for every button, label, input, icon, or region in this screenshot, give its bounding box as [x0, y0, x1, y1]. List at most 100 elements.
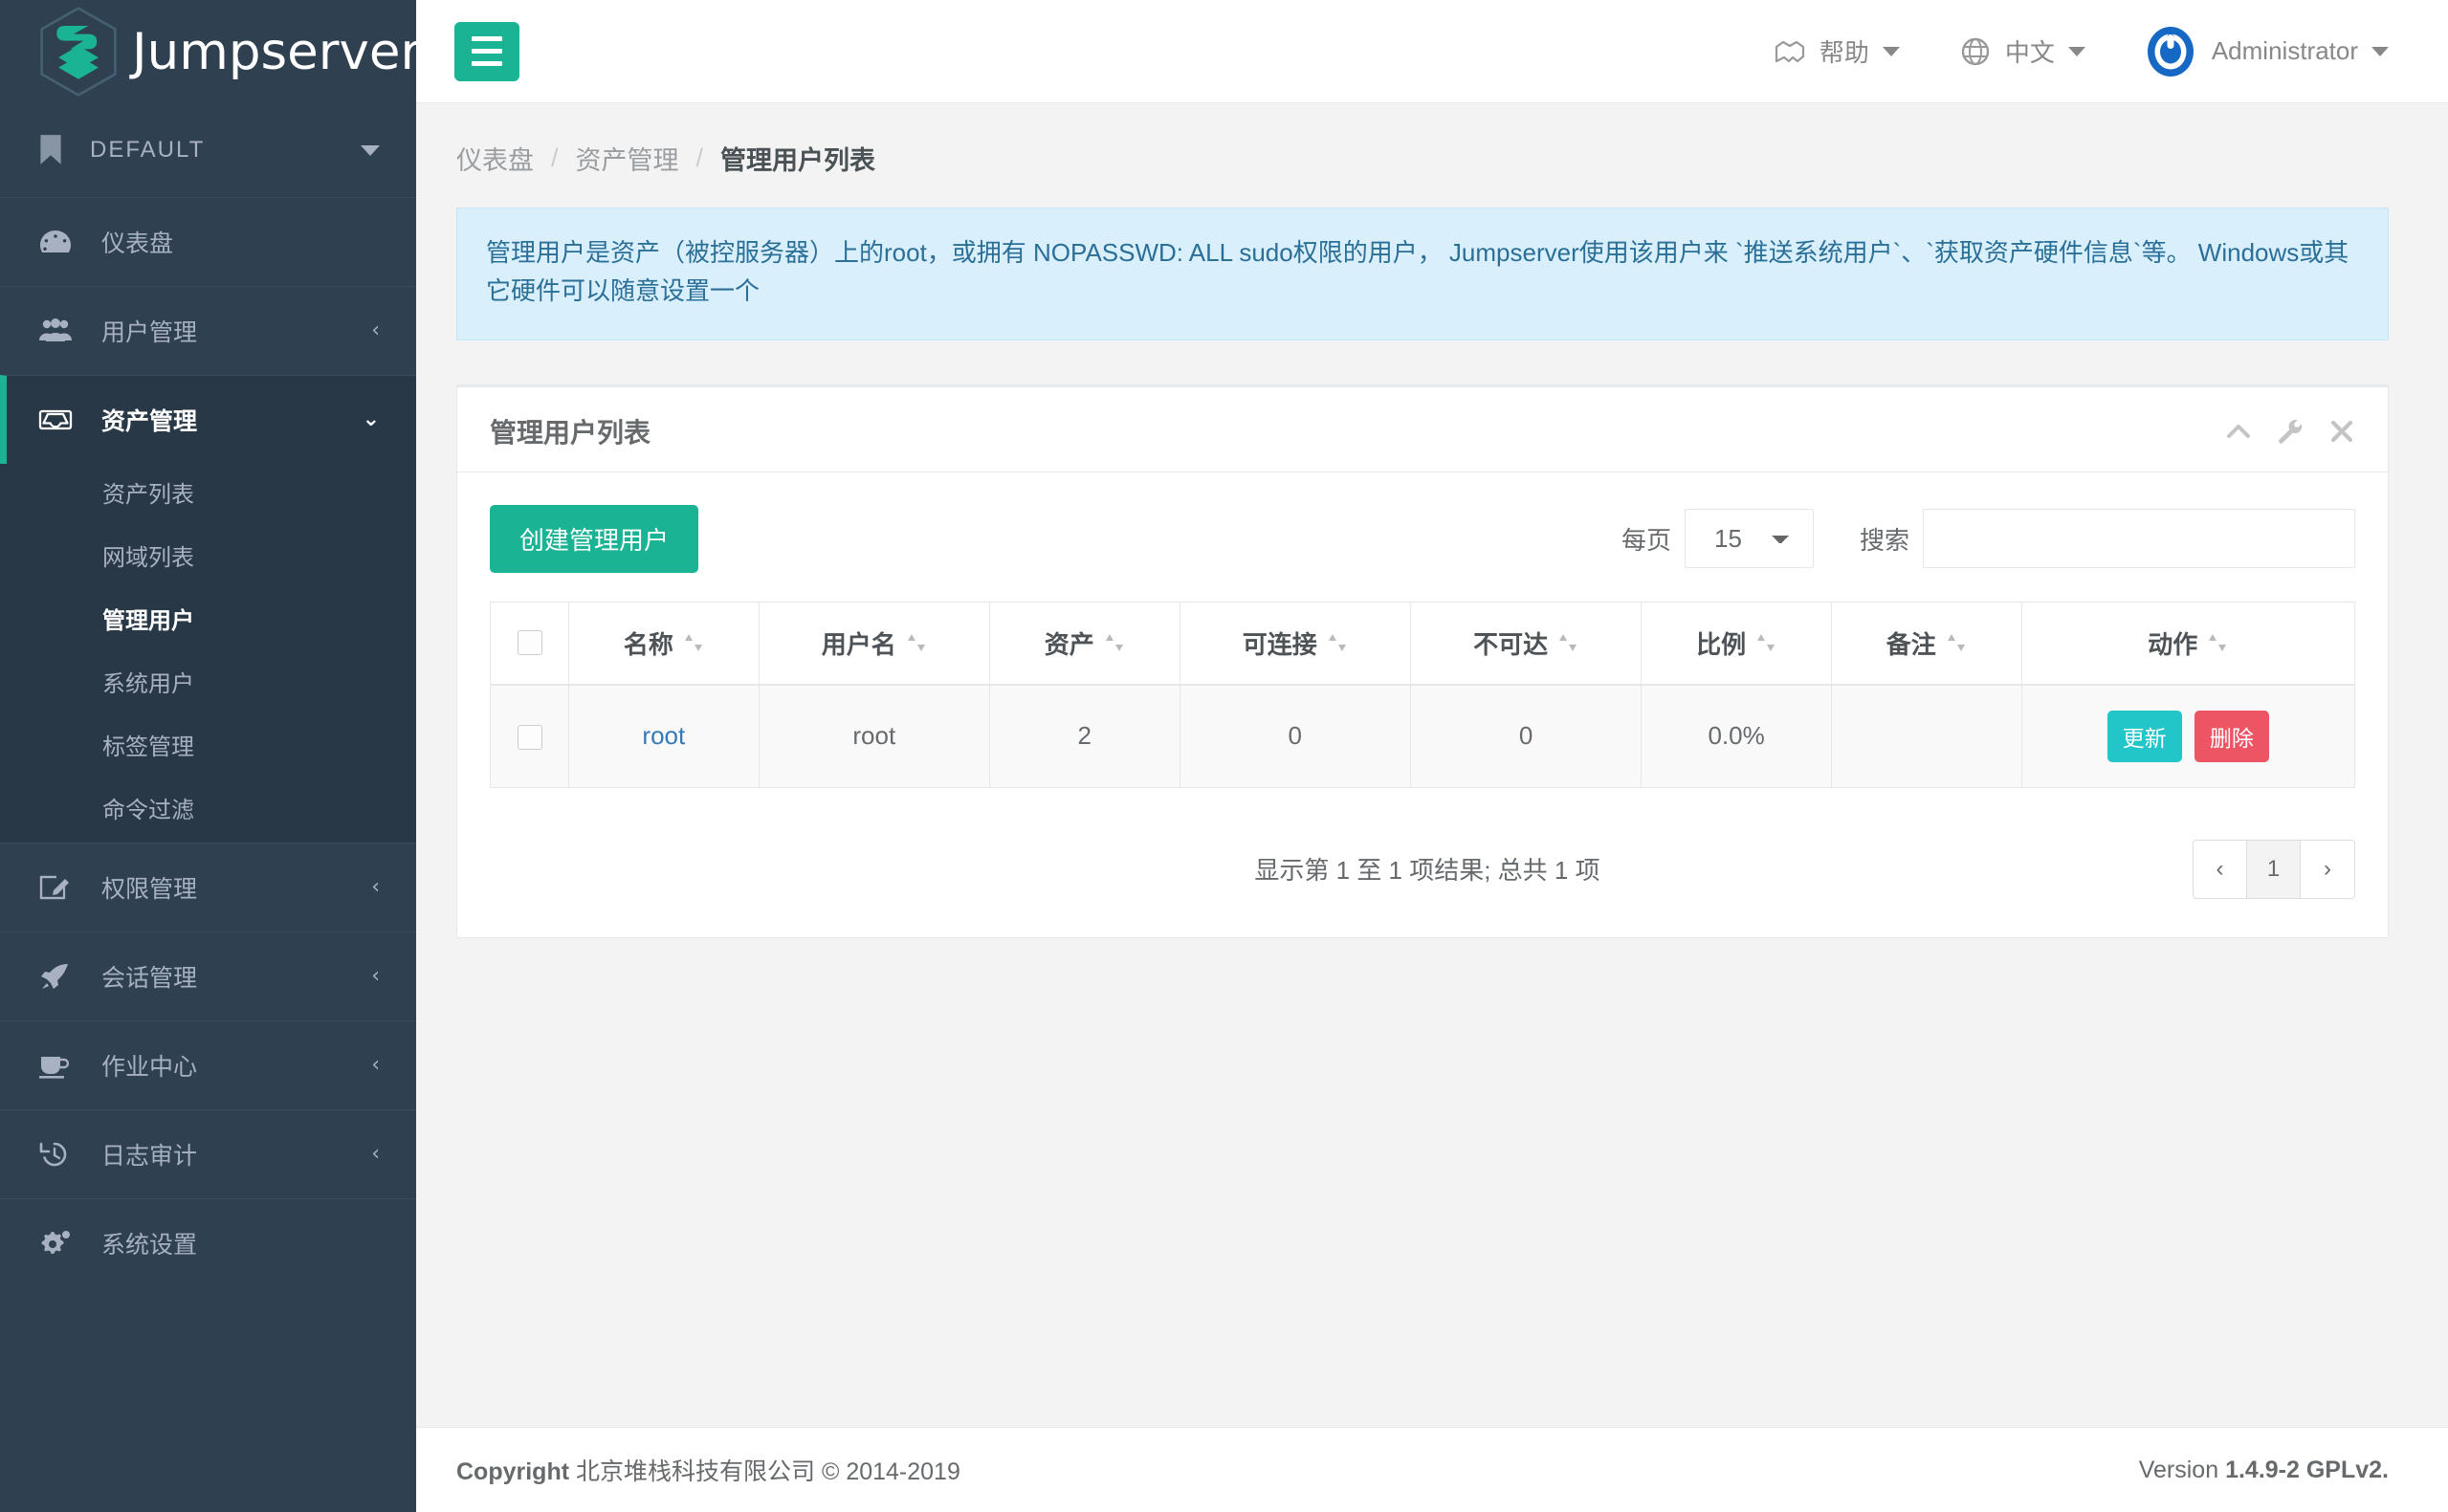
sidebar-link-job-center[interactable]: 作业中心 ‹: [0, 1020, 416, 1109]
th-ratio[interactable]: 比例: [1641, 601, 1832, 686]
th-action[interactable]: 动作: [2020, 601, 2356, 686]
copyright: Copyright 北京堆栈科技有限公司 © 2014-2019: [456, 1453, 960, 1487]
sidebar-nav: 仪表盘 用户管理 ‹ 资产管理 ⌄ 资产列表 网域列表 管理用户 系统用户 标签…: [0, 197, 416, 1287]
sidebar-item-dashboard[interactable]: 仪表盘: [0, 197, 416, 286]
sidebar-link-system-settings[interactable]: 系统设置: [0, 1198, 416, 1287]
sidebar-item-label-management[interactable]: 标签管理: [0, 716, 416, 779]
gears-icon: [38, 1227, 77, 1260]
sidebar-item-user-management[interactable]: 用户管理 ‹: [0, 286, 416, 375]
org-selector[interactable]: DEFAULT: [0, 103, 416, 197]
breadcrumb: 仪表盘 / 资产管理 / 管理用户列表: [416, 103, 2448, 208]
page-length-select[interactable]: 15: [1684, 509, 1814, 569]
breadcrumb-dashboard[interactable]: 仪表盘: [456, 140, 534, 177]
chevron-left-icon-session: ‹: [371, 964, 380, 988]
sidebar-subnav-asset-management: 资产列表 网域列表 管理用户 系统用户 标签管理 命令过滤: [0, 464, 416, 843]
breadcrumb-asset-management[interactable]: 资产管理: [576, 140, 679, 177]
sidebar-item-asset-list[interactable]: 资产列表: [0, 464, 416, 527]
wrench-icon[interactable]: [2277, 418, 2304, 445]
delete-button[interactable]: 删除: [2194, 710, 2269, 762]
sidebar-link-log-audit[interactable]: 日志审计 ‹: [0, 1109, 416, 1198]
hamburger-bar-1: [472, 36, 502, 41]
th-unreachable[interactable]: 不可达: [1409, 601, 1643, 686]
pagination-page-1[interactable]: 1: [2247, 840, 2301, 898]
cell-action: 更新 删除: [2020, 684, 2356, 788]
th-action-label: 动作: [2148, 629, 2198, 659]
chevron-down-icon: [361, 144, 380, 156]
sidebar-label-user-management: 用户管理: [101, 319, 198, 346]
update-button[interactable]: 更新: [2106, 710, 2182, 762]
sidebar-link-user-management[interactable]: 用户管理 ‹: [0, 286, 416, 375]
sidebar-link-system-user[interactable]: 系统用户: [0, 653, 416, 716]
sidebar-item-admin-user[interactable]: 管理用户: [0, 590, 416, 653]
sidebar-item-job-center[interactable]: 作业中心 ‹: [0, 1020, 416, 1109]
handshake-icon: [1775, 40, 1804, 62]
cell-comment: [1830, 684, 2022, 788]
sidebar-item-session-management[interactable]: 会话管理 ‹: [0, 931, 416, 1020]
pagination-controls: ‹ 1 ›: [2193, 839, 2355, 899]
sidebar-link-admin-user[interactable]: 管理用户: [0, 590, 416, 653]
brand-logo[interactable]: Jumpserver: [0, 0, 416, 103]
sidebar-item-permission-management[interactable]: 权限管理 ‹: [0, 843, 416, 931]
sidebar-item-system-settings[interactable]: 系统设置: [0, 1198, 416, 1287]
th-reachable-inner: 可连接: [1198, 625, 1393, 661]
th-reachable[interactable]: 可连接: [1179, 601, 1411, 686]
breadcrumb-current: 管理用户列表: [720, 146, 876, 175]
help-menu[interactable]: 帮助: [1774, 33, 1900, 69]
app-root: Jumpserver DEFAULT 仪表盘 用户管理 ‹ 资产管理 ⌄ 资产列…: [0, 0, 2448, 1512]
admin-users-table: 名称 用户名 资产 可连接 不可达 比例 备注 动作 root root 2 0…: [490, 601, 2356, 788]
sort-icon: [907, 634, 925, 652]
sidebar-item-system-user[interactable]: 系统用户: [0, 653, 416, 716]
pagination-next[interactable]: ›: [2301, 840, 2354, 898]
th-username-label: 用户名: [821, 629, 896, 659]
panel-tools: [2225, 418, 2355, 445]
sidebar-link-dashboard[interactable]: 仪表盘: [0, 197, 416, 286]
sidebar-link-asset-management[interactable]: 资产管理 ⌄: [0, 375, 416, 464]
th-assets-inner: 资产: [1007, 625, 1162, 661]
th-username[interactable]: 用户名: [758, 601, 990, 686]
history-icon: [38, 1138, 77, 1171]
pagination-info: 显示第 1 至 1 项结果; 总共 1 项: [1254, 856, 1600, 886]
row-select-checkbox[interactable]: [517, 725, 542, 751]
close-icon[interactable]: [2328, 418, 2355, 445]
sidebar-link-domain-list[interactable]: 网域列表: [0, 527, 416, 590]
admin-user-name-link[interactable]: root: [642, 721, 685, 750]
th-name[interactable]: 名称: [568, 601, 760, 686]
sidebar-link-command-filter[interactable]: 命令过滤: [0, 779, 416, 843]
pagination-prev[interactable]: ‹: [2194, 840, 2247, 898]
language-menu[interactable]: 中文: [1959, 33, 2085, 69]
user-menu[interactable]: Administrator: [2145, 26, 2389, 77]
sidebar-link-asset-list[interactable]: 资产列表: [0, 464, 416, 527]
sort-icon: [1947, 634, 1965, 652]
sidebar-item-asset-management[interactable]: 资产管理 ⌄ 资产列表 网域列表 管理用户 系统用户 标签管理 命令过滤: [0, 375, 416, 843]
sort-icon: [1105, 634, 1123, 652]
chevron-left-icon-log: ‹: [371, 1142, 380, 1166]
version-value: 1.4.9-2 GPLv2.: [2225, 1456, 2389, 1483]
th-select-all[interactable]: [490, 601, 569, 686]
user-caret-icon: [2371, 46, 2389, 56]
sidebar-item-command-filter[interactable]: 命令过滤: [0, 779, 416, 843]
panel-body: 创建管理用户 每页 15 搜索 名称 用户名 资产 可连接 不可达 比例 备注 …: [457, 472, 2388, 937]
th-comment-label: 备注: [1886, 629, 1936, 659]
sidebar-link-session-management[interactable]: 会话管理 ‹: [0, 931, 416, 1020]
hamburger-bar-3: [472, 61, 502, 66]
th-ratio-inner: 比例: [1659, 625, 1814, 661]
info-banner: 管理用户是资产（被控服务器）上的root，或拥有 NOPASSWD: ALL s…: [456, 208, 2389, 340]
select-all-checkbox[interactable]: [517, 630, 542, 656]
sidebar-item-domain-list[interactable]: 网域列表: [0, 527, 416, 590]
cell-unreachable: 0: [1409, 684, 1643, 788]
chevron-up-icon[interactable]: [2225, 418, 2252, 445]
search-input[interactable]: [1923, 509, 2355, 569]
sidebar-toggle-button[interactable]: [454, 21, 519, 81]
th-assets[interactable]: 资产: [988, 601, 1180, 686]
th-username-inner: 用户名: [777, 625, 972, 661]
avatar: [2147, 26, 2194, 77]
chevron-down-small-icon: ⌄: [362, 407, 380, 431]
inbox-icon: [38, 404, 77, 436]
sidebar-item-log-audit[interactable]: 日志审计 ‹: [0, 1109, 416, 1198]
sidebar-link-permission-management[interactable]: 权限管理 ‹: [0, 843, 416, 931]
th-reachable-label: 可连接: [1242, 629, 1317, 659]
sidebar-link-label-management[interactable]: 标签管理: [0, 716, 416, 779]
dashboard-icon: [38, 226, 77, 258]
create-admin-user-button[interactable]: 创建管理用户: [490, 504, 699, 573]
th-comment[interactable]: 备注: [1830, 601, 2022, 686]
